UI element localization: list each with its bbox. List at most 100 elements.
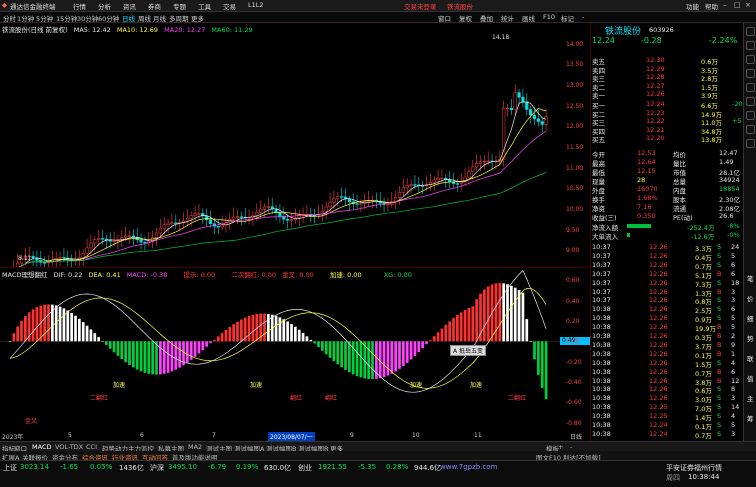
rail-settings-icon[interactable] xyxy=(746,83,755,92)
menu-trade[interactable]: 交易 xyxy=(223,1,236,11)
macd-bar xyxy=(220,333,224,342)
index3-name[interactable]: 创业 xyxy=(298,463,312,473)
close-icon[interactable]: × xyxy=(745,1,751,9)
stat-value: 12.47 xyxy=(719,149,738,157)
period-monthly[interactable]: 月线 xyxy=(153,13,166,23)
period-timeshare[interactable]: 分时 xyxy=(3,13,16,23)
rail-bell-icon[interactable] xyxy=(746,139,755,148)
stat-value: 28 xyxy=(637,176,646,184)
tick-time: 10:38 xyxy=(592,358,611,367)
draw-button[interactable]: 画线 xyxy=(522,13,535,23)
period-5min[interactable]: 5分钟 xyxy=(36,13,53,23)
macd-bar xyxy=(359,341,363,378)
adjust-button[interactable]: 复权 xyxy=(459,13,472,23)
candle-body xyxy=(193,213,197,216)
bid-change: +5 xyxy=(732,117,742,125)
kline-chart[interactable]: 铁流股份(日线 前复权) MA5: 12.42 MA10: 12.69 MA20… xyxy=(0,23,590,267)
rail-tab[interactable]: 价 xyxy=(747,293,754,303)
minimize-icon[interactable]: – xyxy=(723,1,727,9)
stock-name-link[interactable]: 铁流股份 xyxy=(447,1,473,11)
candle-body xyxy=(478,161,483,164)
template-tab[interactable]: + xyxy=(558,443,563,451)
signal-label: 加速 xyxy=(410,382,423,389)
menu-news[interactable]: 资讯 xyxy=(123,1,136,11)
indicator-tab[interactable]: MACD xyxy=(32,443,51,451)
rail-grid-icon[interactable] xyxy=(746,125,755,134)
menu-quote[interactable]: 行情 xyxy=(73,1,86,11)
stats-button[interactable]: 统计 xyxy=(501,13,514,23)
period-60min[interactable]: 60分钟 xyxy=(98,13,119,23)
rail-quote-icon[interactable] xyxy=(746,27,755,36)
period-30min[interactable]: 30分钟 xyxy=(77,13,98,23)
macd-canvas xyxy=(0,269,560,400)
f10-button[interactable]: F10 xyxy=(543,13,555,21)
index1-name[interactable]: 上证 xyxy=(3,463,17,473)
ask-row[interactable]: 卖一 12.26 3.9万 xyxy=(591,90,744,100)
rail-tab[interactable]: 细 xyxy=(747,313,754,323)
menu-tools[interactable]: 工具 xyxy=(198,1,211,11)
rail-tab[interactable]: 筹 xyxy=(747,413,754,423)
rail-tab[interactable]: 值 xyxy=(747,373,754,383)
candle-body xyxy=(297,215,301,219)
period-1min[interactable]: 1分钟 xyxy=(17,13,34,23)
indicator-tab[interactable]: CCI xyxy=(86,443,97,451)
index2-name[interactable]: 沪深 xyxy=(150,463,164,473)
menu-l1l2[interactable]: L1L2 xyxy=(248,1,264,9)
overlay-button[interactable]: 叠加 xyxy=(480,13,493,23)
signal-label: 二翻红 xyxy=(90,395,109,402)
macd-bar xyxy=(290,323,293,342)
indicator-tab[interactable]: MA2 xyxy=(188,443,202,451)
tick-time: 10:37 xyxy=(592,260,611,269)
rail-user-icon[interactable] xyxy=(746,69,755,78)
rail-chart-icon[interactable] xyxy=(746,41,755,50)
trade-login-link[interactable]: 交易未登录 xyxy=(404,1,437,11)
tick-side: S xyxy=(717,243,722,251)
period-daily[interactable]: 日线 xyxy=(122,13,135,23)
period-multi[interactable]: 多周期 xyxy=(169,13,189,23)
macd-bar xyxy=(139,341,143,372)
tick-time: 10:38 xyxy=(592,367,611,376)
tick-price: 12.26 xyxy=(649,314,668,323)
candle-body xyxy=(436,177,440,181)
window-button[interactable]: 窗口 xyxy=(438,13,451,23)
tick-side: S xyxy=(717,403,722,412)
candle-body xyxy=(205,215,209,221)
indicator-tick: 0.40 xyxy=(566,297,580,305)
maximize-icon[interactable]: □ xyxy=(734,1,741,9)
rail-tab[interactable]: 势 xyxy=(747,333,754,343)
template-tab[interactable]: - xyxy=(570,443,572,451)
stats-row: 最高 12.64 量比 1.49 xyxy=(591,158,744,168)
macd-bar xyxy=(367,341,370,379)
mark-button[interactable]: 标记 xyxy=(561,13,574,23)
stat-value: 1.68% xyxy=(637,194,658,202)
price-tick: 11.00 xyxy=(566,164,584,172)
macd-bar xyxy=(186,341,189,363)
menu-function[interactable]: 功能 xyxy=(686,1,699,11)
index2-amount: 630.0亿 xyxy=(264,464,292,472)
menu-topic[interactable]: 专题 xyxy=(173,1,186,11)
menu-help[interactable]: 帮助 xyxy=(705,1,718,11)
period-weekly[interactable]: 周线 xyxy=(138,13,151,23)
stat-value: 1.49 xyxy=(719,158,734,166)
menu-analysis[interactable]: 分析 xyxy=(98,1,111,11)
panel-minimize-icon[interactable]: - xyxy=(582,13,584,21)
price-row: 12.24 -0.28 -2.24% xyxy=(591,36,744,46)
rail-news-icon[interactable] xyxy=(746,55,755,64)
rail-star-icon[interactable] xyxy=(746,97,755,106)
period-more[interactable]: 更多 xyxy=(191,13,204,23)
rail-tab[interactable]: 主 xyxy=(747,393,754,403)
stats-row: 收益(三) 0.350 PE(动) 26.6 xyxy=(591,212,744,222)
menu-broker[interactable]: 券商 xyxy=(148,1,161,11)
tick-time: 10:38 xyxy=(592,385,611,394)
time-label-7: 7 xyxy=(212,432,216,439)
indicator-tab[interactable]: VOL-TDX xyxy=(55,443,83,451)
rail-list-icon[interactable] xyxy=(746,111,755,120)
period-15min[interactable]: 15分钟 xyxy=(56,13,77,23)
rail-tab[interactable]: 笔 xyxy=(747,273,754,283)
rail-tab[interactable]: 联 xyxy=(747,353,754,363)
ask-price: 12.30 xyxy=(646,56,665,64)
macd-bar xyxy=(116,341,120,356)
bid-row[interactable]: 买五 12.20 13.8万 xyxy=(591,134,744,144)
net-inflow-row: 净流入额 -252.4万 -8% xyxy=(591,222,744,232)
macd-indicator-chart[interactable]: MACD理想翻红 DIF: 0.22 DEA: 0.41 MACD: -0.38… xyxy=(0,267,590,432)
